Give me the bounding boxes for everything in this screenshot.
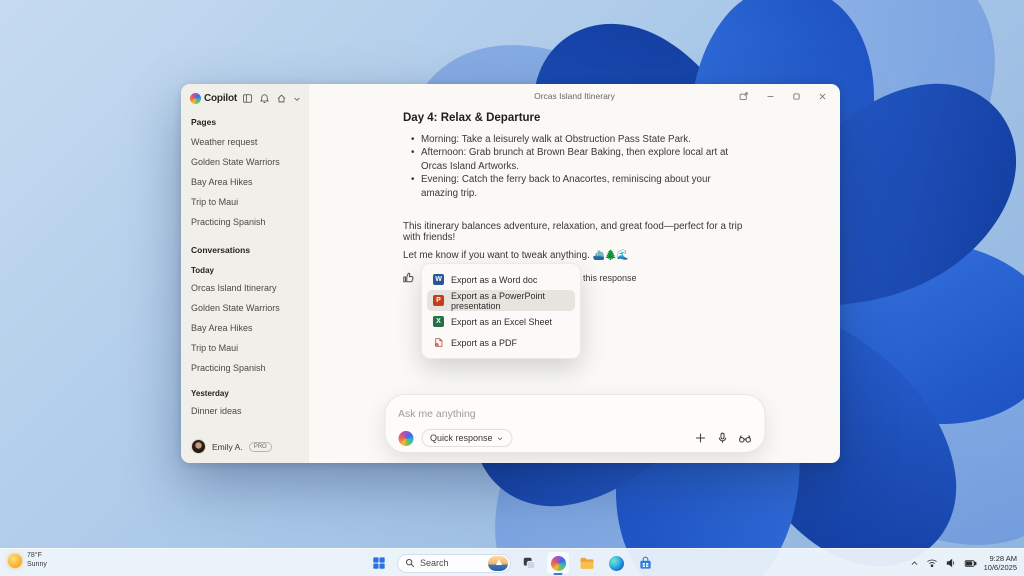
- export-excel-item[interactable]: X Export as an Excel Sheet: [427, 311, 575, 332]
- word-icon: W: [433, 274, 444, 285]
- export-pdf-item[interactable]: Export as a PDF: [427, 332, 575, 353]
- ask-input[interactable]: [398, 408, 751, 420]
- panel-toggle-icon[interactable]: [242, 93, 253, 104]
- edge-icon: [609, 556, 624, 571]
- composer: Quick response: [384, 394, 765, 453]
- clock-widget[interactable]: 9:28 AM 10/6/2025: [984, 554, 1017, 572]
- share-window-icon[interactable]: [738, 91, 749, 102]
- home-icon[interactable]: [276, 93, 287, 104]
- pdf-icon: [433, 337, 444, 348]
- sun-icon: [8, 554, 22, 568]
- sidebar-item-bay-area-hikes-page[interactable]: Bay Area Hikes: [181, 172, 309, 192]
- tray-overflow-chevron-icon[interactable]: [910, 559, 919, 568]
- export-menu: W Export as a Word doc P Export as a Pow…: [421, 263, 581, 359]
- today-label: Today: [191, 266, 299, 275]
- sidebar-item-practicing-spanish[interactable]: Practicing Spanish: [181, 358, 309, 378]
- export-word-item[interactable]: W Export as a Word doc: [427, 269, 575, 290]
- weather-condition: Sunny: [27, 561, 47, 570]
- copilot-taskbar-icon: [551, 556, 566, 571]
- copilot-vision-icon[interactable]: [737, 431, 751, 445]
- itinerary-bullets: Morning: Take a leisurely walk at Obstru…: [411, 133, 746, 200]
- bullet-afternoon: Afternoon: Grab brunch at Brown Bear Bak…: [411, 146, 746, 173]
- sidebar-item-bay-area-hikes[interactable]: Bay Area Hikes: [181, 318, 309, 338]
- bullet-morning: Morning: Take a leisurely walk at Obstru…: [411, 133, 746, 146]
- sidebar-header: Copilot: [181, 84, 309, 104]
- folder-icon: [579, 555, 595, 571]
- add-attachment-icon[interactable]: [693, 431, 707, 445]
- export-powerpoint-item[interactable]: P Export as a PowerPoint presentation: [427, 290, 575, 311]
- bullet-evening: Evening: Catch the ferry back to Anacort…: [411, 173, 746, 200]
- store-icon: [638, 556, 653, 571]
- weather-temperature: 78°F: [27, 552, 47, 561]
- day4-heading: Day 4: Relax & Departure: [403, 112, 746, 124]
- sidebar-item-weather-request[interactable]: Weather request: [181, 132, 309, 152]
- copilot-logo-icon: [398, 431, 413, 446]
- windows-logo-icon: [372, 556, 386, 570]
- export-powerpoint-label: Export as a PowerPoint presentation: [451, 291, 569, 311]
- pages-header: Pages: [191, 117, 299, 127]
- yesterday-label: Yesterday: [191, 389, 299, 398]
- clock-date: 10/6/2025: [984, 563, 1017, 572]
- sidebar-item-trip-to-maui[interactable]: Trip to Maui: [181, 338, 309, 358]
- profile-name: Emily A.: [212, 442, 243, 452]
- export-excel-label: Export as an Excel Sheet: [451, 317, 552, 327]
- conversations-header: Conversations: [191, 245, 299, 255]
- copilot-window: Copilot Pages Weather request Golden Sta…: [181, 84, 840, 463]
- maximize-button[interactable]: [792, 92, 801, 101]
- minimize-button[interactable]: [766, 92, 775, 101]
- profile-button[interactable]: Emily A. PRO: [191, 439, 272, 454]
- microsoft-store-button[interactable]: [634, 551, 656, 575]
- volume-icon[interactable]: [945, 557, 957, 569]
- start-button[interactable]: [368, 551, 390, 575]
- avatar: [191, 439, 206, 454]
- titlebar: Orcas Island Itinerary: [309, 84, 840, 108]
- message-content: Day 4: Relax & Departure Morning: Take a…: [309, 108, 840, 286]
- task-view-icon: [522, 556, 536, 570]
- sidebar-item-dinner-ideas[interactable]: Dinner ideas: [181, 401, 309, 421]
- file-explorer-button[interactable]: [576, 551, 598, 575]
- thumbs-up-icon[interactable]: [401, 270, 416, 285]
- copilot-logo-icon: [190, 93, 201, 104]
- sidebar-item-golden-state-warriors-page[interactable]: Golden State Warriors: [181, 152, 309, 172]
- clock-time: 9:28 AM: [984, 554, 1017, 563]
- wifi-icon[interactable]: [926, 557, 938, 569]
- taskbar: 78°F Sunny Search: [0, 548, 1024, 576]
- sidebar-item-orcas-island-itinerary[interactable]: Orcas Island Itinerary: [181, 278, 309, 298]
- main-pane: Orcas Island Itinerary Day 4: Relax & De…: [309, 84, 840, 463]
- desktop: { "desktop": { "weather": { "temperature…: [0, 0, 1024, 576]
- notifications-bell-icon[interactable]: [259, 93, 270, 104]
- export-pdf-label: Export as a PDF: [451, 338, 517, 348]
- sidebar-item-practicing-spanish-page[interactable]: Practicing Spanish: [181, 212, 309, 232]
- edge-browser-button[interactable]: [605, 551, 627, 575]
- weather-widget[interactable]: 78°F Sunny: [8, 552, 47, 569]
- response-mode-dropdown[interactable]: Quick response: [421, 429, 513, 447]
- export-word-label: Export as a Word doc: [451, 275, 537, 285]
- sidebar: Copilot Pages Weather request Golden Sta…: [181, 84, 309, 463]
- pro-badge: PRO: [249, 442, 272, 452]
- task-view-button[interactable]: [518, 551, 540, 575]
- taskbar-search[interactable]: Search: [397, 554, 511, 573]
- response-mode-label: Quick response: [430, 433, 493, 443]
- close-button[interactable]: [818, 92, 827, 101]
- search-placeholder: Search: [420, 558, 483, 568]
- summary-text: This itinerary balances adventure, relax…: [403, 221, 746, 243]
- closing-text: Let me know if you want to tweak anythin…: [403, 250, 746, 261]
- search-daily-image: [488, 556, 508, 571]
- excel-icon: X: [433, 316, 444, 327]
- sidebar-item-trip-to-maui-page[interactable]: Trip to Maui: [181, 192, 309, 212]
- taskbar-copilot-app[interactable]: [547, 551, 569, 575]
- active-app-indicator: [554, 573, 563, 576]
- search-icon: [405, 558, 415, 568]
- sidebar-item-golden-state-warriors[interactable]: Golden State Warriors: [181, 298, 309, 318]
- microphone-icon[interactable]: [715, 431, 729, 445]
- app-name: Copilot: [204, 93, 237, 104]
- battery-icon[interactable]: [964, 557, 977, 570]
- chevron-down-icon[interactable]: [293, 95, 301, 103]
- powerpoint-icon: P: [433, 295, 444, 306]
